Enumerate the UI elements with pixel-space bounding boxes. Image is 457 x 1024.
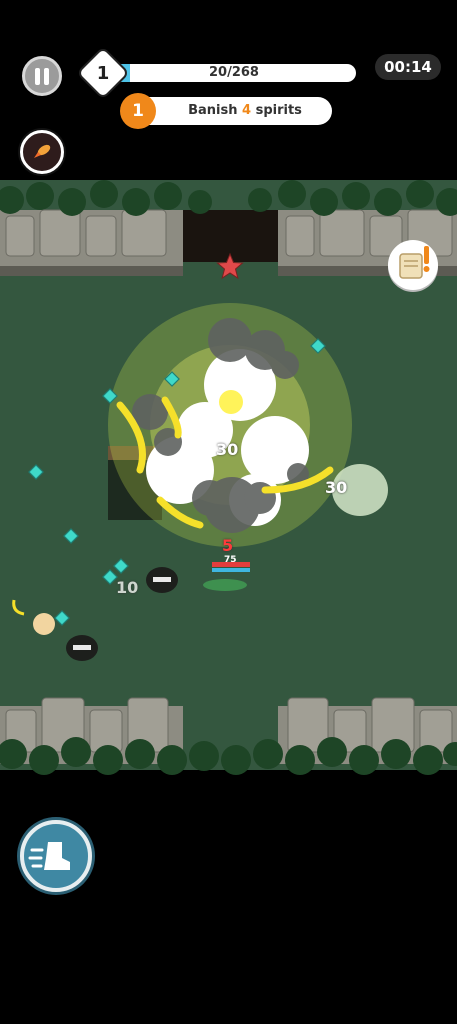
quest-text: Banish 4 spirits [160, 97, 330, 125]
dash-boot-icon [28, 842, 70, 870]
pause-icon [35, 67, 40, 85]
pause-button[interactable] [22, 56, 62, 96]
player-hp-value: 75 [224, 555, 237, 565]
scroll-quest-icon [399, 246, 430, 279]
damage-number: 30 [216, 440, 239, 459]
foliage-bottom [0, 736, 457, 776]
quest-step-badge: 1 [120, 93, 156, 129]
damage-number: 5 [222, 536, 234, 555]
dash-button[interactable] [20, 820, 92, 892]
skill-slot[interactable] [20, 130, 64, 174]
star-marker-icon [216, 252, 244, 280]
level-number: 1 [96, 62, 110, 84]
damage-number: 30 [325, 478, 348, 497]
game-timer: 00:14 [375, 54, 441, 80]
quest-count: 4 [242, 103, 252, 118]
quest-text-suffix: spirits [255, 103, 302, 118]
xp-progress-text: 20/268 [209, 65, 259, 80]
damage-number: 10 [116, 578, 139, 597]
rocket-skill-icon [34, 144, 51, 158]
quest-text-prefix: Banish [188, 103, 238, 118]
foliage-top [0, 180, 457, 216]
quest-scroll-button[interactable] [388, 240, 438, 290]
